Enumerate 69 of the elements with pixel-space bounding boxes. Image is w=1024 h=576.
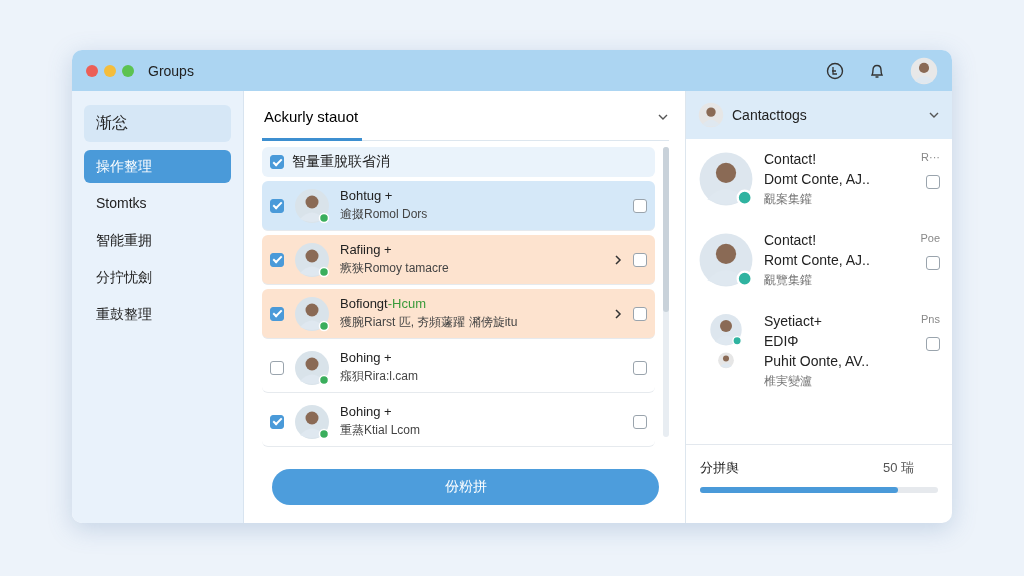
checkbox[interactable] bbox=[270, 198, 284, 213]
checkbox[interactable] bbox=[270, 414, 284, 429]
contact-name: Bohtug + bbox=[340, 188, 394, 203]
contact-row[interactable]: Bohtug + 逾掇Romol Dors bbox=[262, 181, 655, 231]
scrollbar[interactable] bbox=[663, 147, 669, 437]
contact-name: Rafiing + bbox=[340, 242, 393, 257]
checkbox[interactable] bbox=[633, 306, 647, 321]
tab[interactable]: Ackurly stauot bbox=[262, 92, 363, 141]
checkbox[interactable] bbox=[926, 337, 940, 351]
avatar-icon[interactable] bbox=[910, 56, 938, 85]
sidebar-item[interactable]: 分拧忧劍 bbox=[84, 261, 231, 294]
contacts-title: Cantacttogs bbox=[732, 107, 808, 123]
sidebar-header: 渐忩 bbox=[84, 105, 231, 142]
checkbox[interactable] bbox=[270, 360, 284, 375]
chevron-right-icon[interactable] bbox=[613, 254, 623, 265]
checkbox[interactable] bbox=[270, 252, 284, 267]
contact-tag: Pns bbox=[921, 313, 940, 325]
contact-name: Bohing + bbox=[340, 404, 393, 419]
contact-detail: 瘚狭Romoy tamacre bbox=[340, 260, 450, 277]
contact-detail: 瘬狽Rira:l.cam bbox=[340, 368, 419, 385]
contact-title: Contact! bbox=[764, 151, 818, 167]
contact-note: 椎実變瀘 bbox=[764, 373, 813, 390]
contact-label: EDΙΦ bbox=[764, 333, 800, 349]
avatar-icon bbox=[294, 187, 330, 224]
contact-tag: Poe bbox=[920, 232, 940, 244]
contacts-header[interactable]: Cantacttogs bbox=[686, 91, 952, 139]
contact-title: Syetiact+ bbox=[764, 313, 823, 329]
avatar-icon bbox=[698, 151, 754, 207]
checkbox[interactable] bbox=[270, 155, 284, 169]
checkbox[interactable] bbox=[633, 252, 647, 267]
avatar-icon bbox=[698, 102, 724, 128]
chevron-right-icon[interactable] bbox=[613, 308, 623, 319]
avatar-icon bbox=[294, 295, 330, 332]
window-title: Groups bbox=[148, 62, 195, 79]
contact-name: Bohing + bbox=[340, 350, 393, 365]
checkbox[interactable] bbox=[633, 360, 647, 375]
contact-name: Domt Conte, AJ.. bbox=[764, 171, 871, 187]
contact-row[interactable]: Bofiongt-Hcum 獲腕Riarst 匹, 夯頻蘧躍 潲傍旋itu bbox=[262, 289, 655, 339]
sidebar-item[interactable]: 智能重拥 bbox=[84, 224, 231, 257]
progress-label: 分拼舆 bbox=[700, 459, 739, 477]
window-control[interactable] bbox=[86, 64, 98, 77]
checkbox[interactable] bbox=[633, 198, 647, 213]
avatar-icon bbox=[294, 241, 330, 278]
window-control[interactable] bbox=[122, 64, 134, 77]
contact-row[interactable]: Bohing + 重蒸Ktial Lcom bbox=[262, 397, 655, 447]
contact-title: Contact! bbox=[764, 232, 818, 248]
checkbox[interactable] bbox=[926, 175, 940, 189]
contact-row[interactable]: Rafiing + 瘚狭Romoy tamacre bbox=[262, 235, 655, 285]
sidebar-item[interactable]: 重鼓整理 bbox=[84, 298, 231, 331]
contact-row[interactable]: Bohing + 瘬狽Rira:l.cam bbox=[262, 343, 655, 393]
checkbox[interactable] bbox=[270, 306, 284, 321]
checkbox[interactable] bbox=[926, 256, 940, 270]
contact-detail: 重蒸Ktial Lcom bbox=[340, 422, 422, 439]
contact-note: 覶覽集鑵 bbox=[764, 272, 813, 289]
avatar-icon bbox=[294, 349, 330, 386]
contact-name: Bofiongt-Hcum bbox=[340, 296, 427, 311]
progress-value: 50 瑞 bbox=[882, 459, 914, 477]
contact-note: 覶案集鑵 bbox=[764, 191, 813, 208]
contact-tag: R··· bbox=[921, 151, 940, 163]
coin-icon[interactable] bbox=[826, 61, 844, 80]
contact-name: Puhit Oonte, AV.. bbox=[764, 353, 871, 369]
sidebar-item[interactable]: Stomtks bbox=[84, 187, 231, 220]
contact-name: Romt Conte, AJ.. bbox=[764, 252, 871, 268]
select-all-label: 智量重脫联省消 bbox=[292, 153, 390, 171]
contact-detail: 獲腕Riarst 匹, 夯頻蘧躍 潲傍旋itu bbox=[340, 314, 519, 331]
avatar-icon bbox=[698, 232, 754, 288]
contact-detail: 逾掇Romol Dors bbox=[340, 206, 429, 223]
avatar-icon bbox=[294, 403, 330, 440]
checkbox[interactable] bbox=[633, 414, 647, 429]
